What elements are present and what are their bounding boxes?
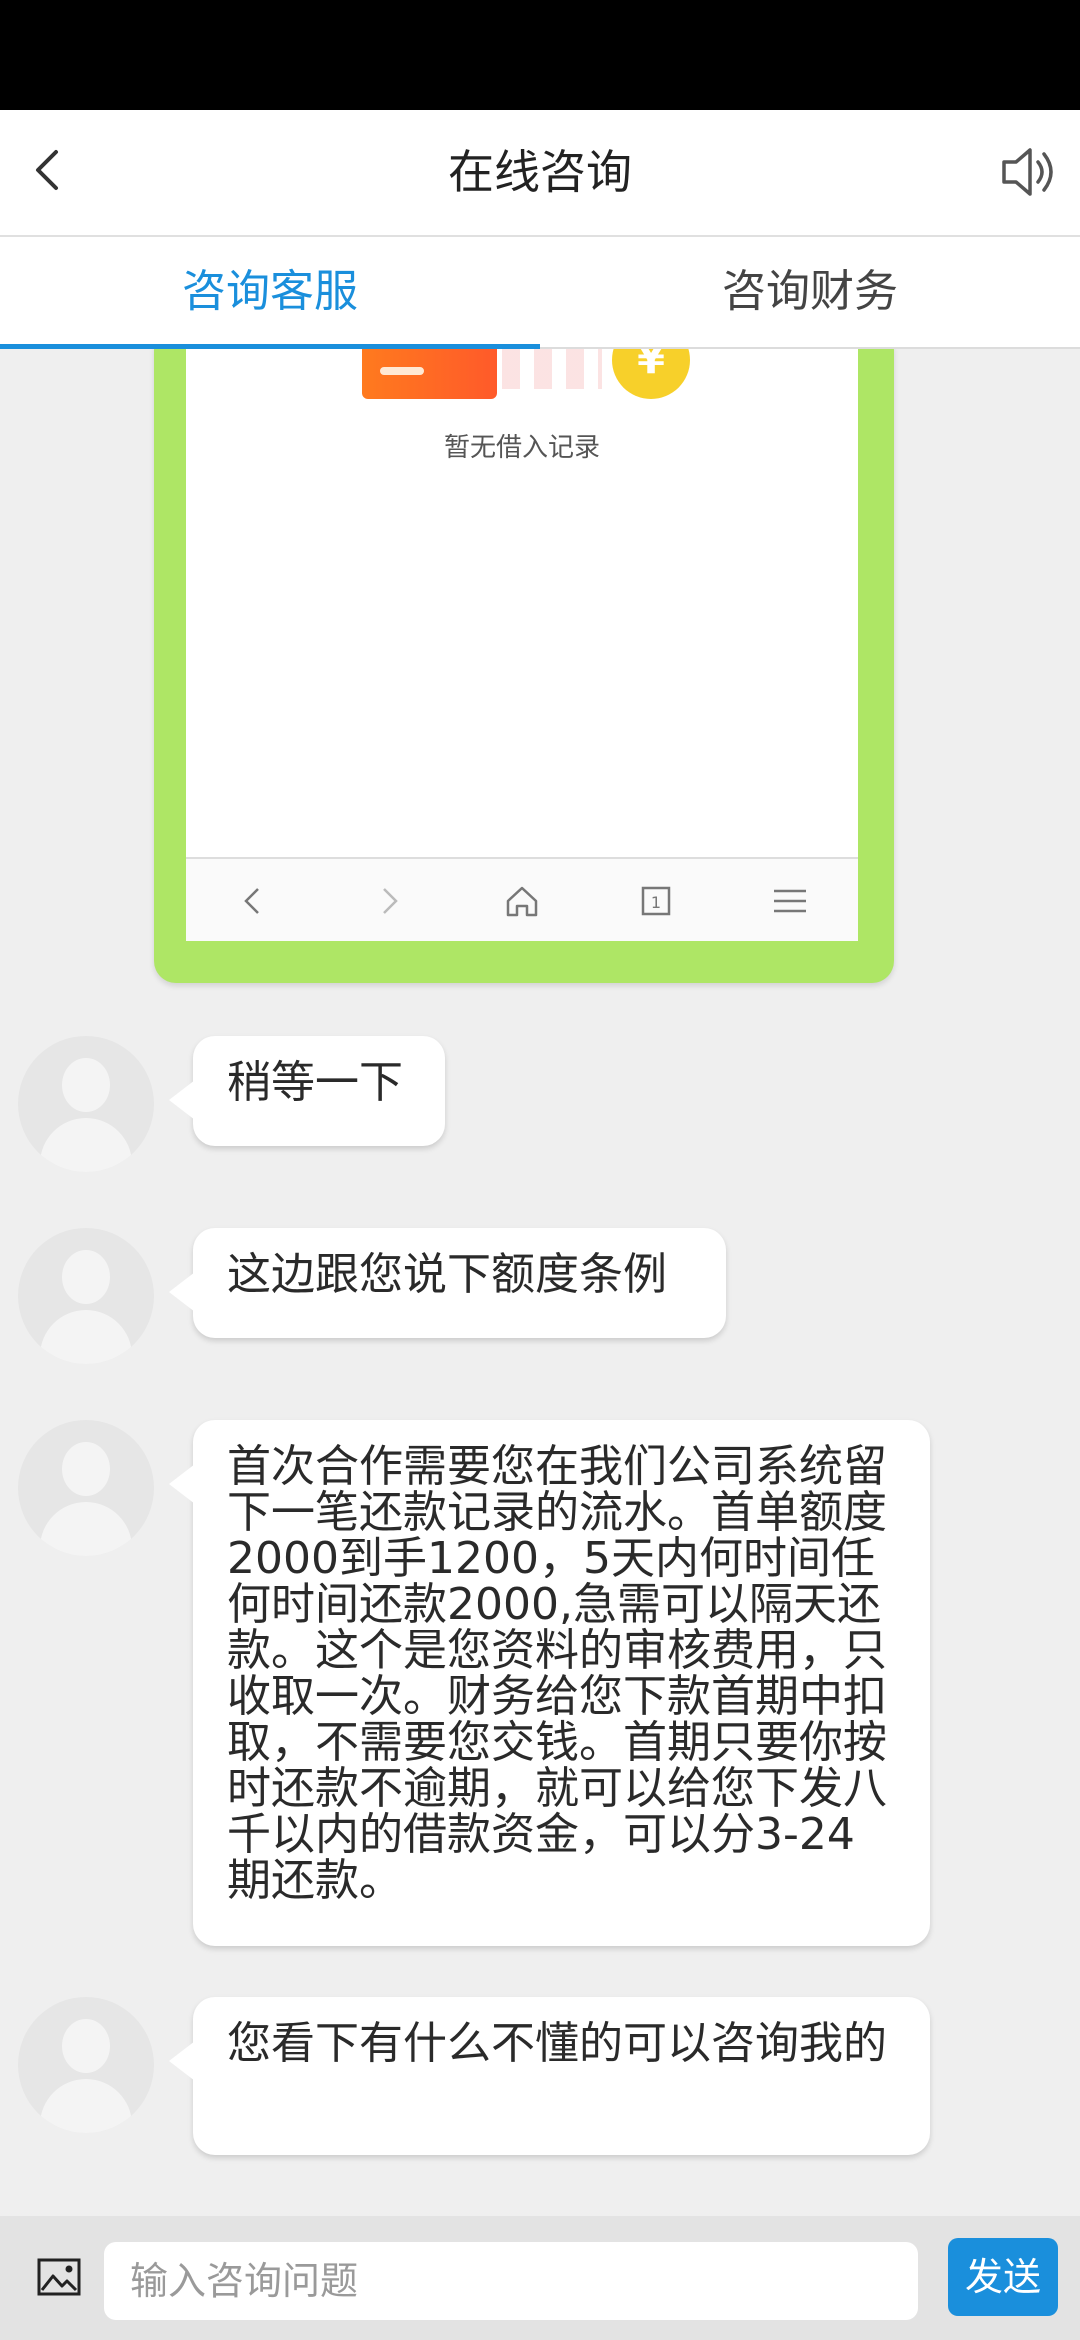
speaker-icon: [1002, 148, 1053, 196]
back-icon: [244, 888, 259, 914]
input-bar: 发送: [0, 2216, 1080, 2340]
sound-button[interactable]: [998, 140, 1062, 204]
chat-area[interactable]: ¥ 暂无借入记录 1 稍等一下 这边跟您说下额度条例 首次合作需要您在我们公司系…: [0, 349, 1080, 2215]
home-icon: [506, 886, 538, 917]
tabs-icon: 1: [641, 886, 671, 916]
page-title: 在线咨询: [448, 145, 632, 199]
avatar: [18, 1228, 154, 1364]
browser-toolbar: 1: [186, 857, 858, 941]
message-bubble: 您看下有什么不懂的可以咨询我的: [169, 1997, 930, 2155]
avatar: [18, 1997, 154, 2133]
menu-icon: [774, 889, 806, 913]
message-bubble: 首次合作需要您在我们公司系统留下一笔还款记录的流水。首单额度2000到手1200…: [169, 1420, 930, 1946]
tab-consult-finance[interactable]: 咨询财务: [540, 237, 1080, 347]
message-bubble: 这边跟您说下额度条例: [169, 1228, 726, 1338]
tab-consult-service[interactable]: 咨询客服: [0, 237, 540, 347]
image-message-content: ¥ 暂无借入记录 1: [186, 349, 858, 941]
forward-icon: [383, 888, 398, 914]
message-bubble: 稍等一下: [169, 1036, 445, 1146]
yen-coin-icon: ¥: [612, 349, 690, 399]
image-icon[interactable]: [36, 2256, 82, 2298]
avatar: [18, 1420, 154, 1556]
tab-bar: 咨询客服 咨询财务: [0, 237, 1080, 349]
card-graphic: [362, 349, 497, 399]
avatar: [18, 1036, 154, 1172]
status-bar: [0, 0, 1080, 110]
loan-illustration: ¥: [362, 349, 692, 401]
decorative-stripes: [502, 349, 602, 389]
no-record-text: 暂无借入记录: [443, 433, 600, 463]
image-message[interactable]: ¥ 暂无借入记录 1: [154, 349, 894, 983]
header: 在线咨询: [0, 110, 1080, 237]
message-input[interactable]: [104, 2242, 918, 2320]
send-button[interactable]: 发送: [948, 2238, 1058, 2316]
tabs-count: 1: [651, 893, 661, 912]
